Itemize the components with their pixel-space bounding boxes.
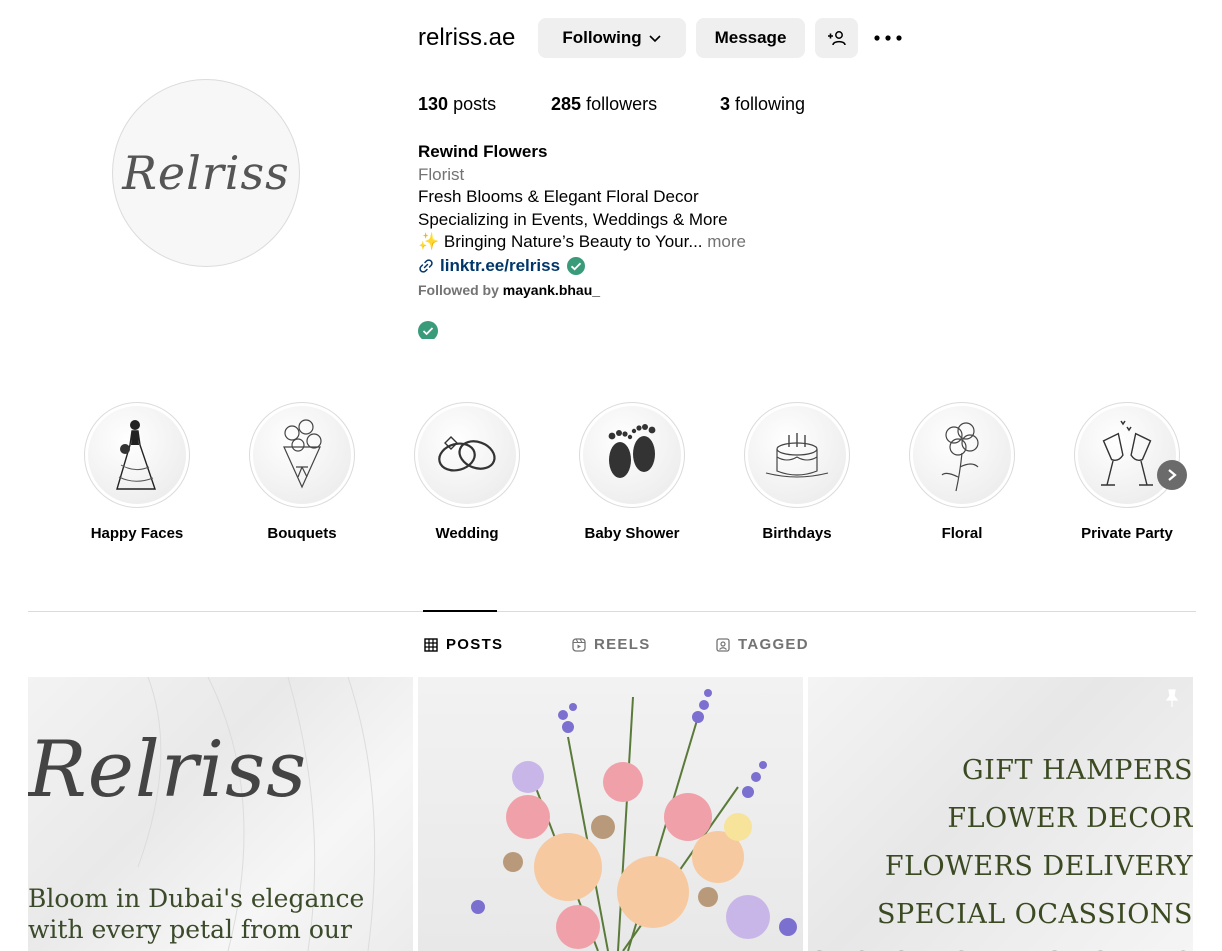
following-count-label: following [735, 94, 806, 114]
post-service-line: FLOWER DECOR [947, 803, 1193, 834]
followers-count[interactable]: 285 followers [551, 94, 657, 115]
pin-icon [1165, 689, 1179, 707]
highlight-happy-faces[interactable]: Happy Faces [72, 402, 202, 542]
grid-icon [424, 637, 438, 652]
chevron-down-icon [649, 35, 661, 43]
tagged-icon [716, 637, 730, 652]
profile-username: relriss.ae [418, 24, 516, 51]
avatar-logo-text: Relriss [122, 146, 290, 200]
chevron-right-icon [1168, 469, 1177, 481]
profile-bio: Rewind Flowers Florist Fresh Blooms & El… [418, 141, 838, 302]
rings-icon [438, 436, 496, 472]
bio-link-text: linktr.ee/relriss [440, 255, 561, 275]
active-tab-indicator [423, 610, 497, 612]
following-count-value: 3 [720, 94, 731, 114]
tab-posts-label: POSTS [446, 636, 504, 653]
threads-badge-icon[interactable] [418, 321, 438, 339]
highlight-floral[interactable]: Floral [897, 402, 1027, 542]
add-person-icon [827, 31, 846, 46]
post-tile-2[interactable] [418, 677, 803, 951]
post-logo-text: Relriss [28, 725, 308, 815]
link-icon [419, 259, 433, 273]
following-button[interactable]: Following [538, 18, 686, 58]
bio-more-link[interactable]: more [707, 232, 746, 251]
post-caption-art: Bloom in Dubai's elegance with every pet… [28, 883, 364, 945]
tab-tagged[interactable]: TAGGED [716, 636, 809, 653]
following-count[interactable]: 3 following [720, 94, 805, 115]
bio-line-1: Fresh Blooms & Elegant Floral Decor [418, 187, 699, 206]
bouquet-photo [471, 689, 797, 951]
tab-reels-label: REELS [594, 636, 651, 653]
message-button[interactable]: Message [696, 18, 805, 58]
tab-tagged-label: TAGGED [738, 636, 809, 653]
suggested-users-button[interactable] [815, 18, 858, 58]
highlight-cover [414, 402, 520, 508]
followed-by-user: mayank.bhau_ [502, 282, 601, 298]
highlight-cover [1074, 402, 1180, 508]
reels-icon [572, 637, 586, 652]
post-service-line: FLOWERS DELIVERY [884, 851, 1193, 882]
more-options-icon [874, 35, 902, 41]
bio-line-3-row: ✨ Bringing Nature’s Beauty to Your... mo… [418, 231, 838, 254]
bio-category: Florist [418, 164, 465, 184]
posts-count-value: 130 [418, 94, 449, 114]
followers-count-label: followers [586, 94, 658, 114]
highlight-label: Birthdays [762, 525, 832, 542]
followed-by[interactable]: Followed by mayank.bhau_ [418, 279, 838, 302]
highlight-bouquets[interactable]: Bouquets [237, 402, 367, 542]
post-tile-3[interactable]: GIFT HAMPERS FLOWER DECOR FLOWERS DELIVE… [808, 677, 1193, 951]
champagne-icon [1101, 420, 1153, 486]
highlight-cover [84, 402, 190, 508]
post-services-list: GIFT HAMPERS FLOWER DECOR FLOWERS DELIVE… [808, 747, 1193, 951]
post-service-line: SPECIAL OCASSIONS [877, 899, 1193, 930]
bio-name: Rewind Flowers [418, 142, 548, 161]
post-caption-line-2: with every petal from our [28, 915, 352, 944]
highlights-next-button[interactable] [1157, 460, 1187, 490]
highlight-cover [249, 402, 355, 508]
posts-count-label: posts [453, 94, 497, 114]
highlight-cover [909, 402, 1015, 508]
tab-posts[interactable]: POSTS [424, 636, 503, 653]
post-service-line: CUSTOMISED BOUQUETS [808, 939, 1193, 951]
cake-icon [765, 433, 829, 478]
verified-icon [567, 256, 586, 275]
tabs-divider [28, 611, 1196, 612]
followed-by-prefix: Followed by [418, 282, 499, 298]
flower-icon [941, 422, 979, 492]
post-service-line: GIFT HAMPERS [962, 755, 1193, 786]
bouquet-icon [283, 419, 322, 489]
bio-line-2: Specializing in Events, Weddings & More [418, 209, 728, 229]
highlight-label: Bouquets [267, 525, 337, 542]
post-caption-line-1: Bloom in Dubai's elegance [28, 884, 365, 913]
bride-icon [116, 420, 156, 490]
bio-external-link[interactable]: linktr.ee/relriss [418, 255, 838, 278]
profile-avatar[interactable]: Relriss [112, 79, 300, 267]
following-button-label: Following [562, 28, 642, 47]
highlight-label: Happy Faces [90, 525, 184, 542]
highlight-label: Private Party [1081, 525, 1173, 542]
highlight-label: Wedding [435, 525, 499, 542]
highlight-birthdays[interactable]: Birthdays [732, 402, 862, 542]
options-button[interactable] [870, 24, 906, 52]
posts-count: 130 posts [418, 94, 496, 115]
tab-reels[interactable]: REELS [572, 636, 651, 653]
highlight-cover [579, 402, 685, 508]
highlight-label: Baby Shower [584, 525, 680, 542]
followers-count-value: 285 [551, 94, 582, 114]
baby-feet-icon [608, 424, 656, 478]
highlight-label: Floral [941, 525, 983, 542]
bio-line-3: ✨ Bringing Nature’s Beauty to Your... [418, 232, 703, 251]
highlight-cover [744, 402, 850, 508]
highlight-baby-shower[interactable]: Baby Shower [567, 402, 697, 542]
highlight-wedding[interactable]: Wedding [402, 402, 532, 542]
post-tile-1[interactable]: Relriss Bloom in Dubai's elegance with e… [28, 677, 413, 951]
